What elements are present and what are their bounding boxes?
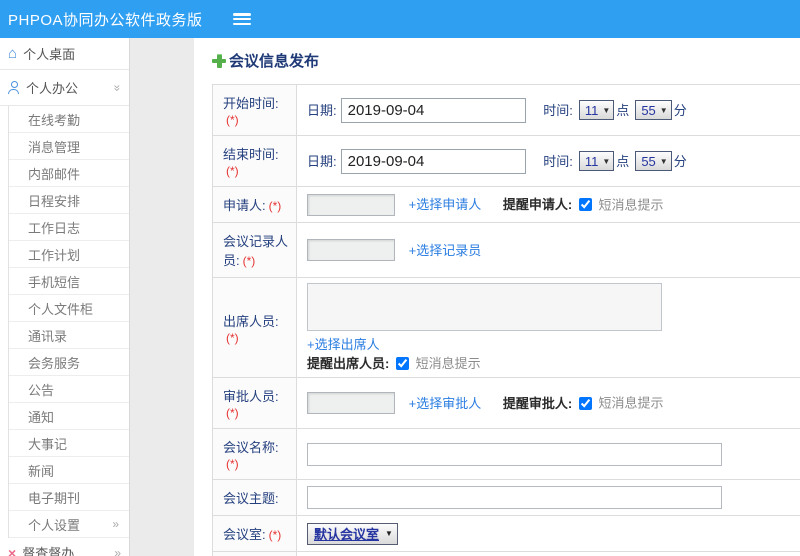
chevron-down-icon: ▼	[602, 156, 611, 166]
field-label: 出席人员:	[223, 313, 279, 329]
sidebar-item-label: 个人桌面	[23, 47, 76, 62]
row-meeting-category: 会议类别: 默认会议类别▼	[212, 551, 800, 556]
sidebar-subitem[interactable]: 消息管理	[9, 133, 129, 160]
field-label: 审批人员:	[223, 389, 279, 404]
home-icon: ⌂	[8, 45, 18, 62]
main-area: 会议信息发布 开始时间:(*) 日期: 时间:11▼点55▼分 结束时间:(*)…	[130, 38, 800, 556]
sidebar-item-supervision[interactable]: × 督查督办 »	[0, 538, 129, 556]
sidebar: ⌂ 个人桌面 个人办公 » 在线考勤 消息管理 内部邮件 日程安排 工作日志 工…	[0, 38, 130, 556]
select-attendees-link[interactable]: +选择出席人	[307, 337, 380, 352]
attendees-sms-checkbox[interactable]	[395, 357, 409, 370]
chevron-down-icon: ▼	[385, 529, 393, 538]
time-label: 时间:	[543, 102, 573, 118]
attendees-textarea[interactable]	[307, 283, 662, 331]
start-minute-select[interactable]: 55 ▼	[635, 100, 672, 120]
plus-icon	[212, 53, 226, 68]
sidebar-item-personal-desktop[interactable]: ⌂ 个人桌面	[0, 38, 129, 70]
required-mark: (*)	[226, 330, 239, 345]
checkbox-label: 短消息提示	[598, 197, 664, 212]
sidebar-subitem[interactable]: 手机短信	[9, 268, 129, 295]
start-date-input[interactable]	[340, 97, 526, 123]
required-mark: (*)	[226, 406, 239, 420]
sidebar-subitem[interactable]: 公告	[9, 376, 129, 403]
approver-input[interactable]	[307, 392, 395, 414]
select-applicant-link[interactable]: +选择申请人	[409, 197, 482, 212]
hamburger-icon[interactable]	[232, 13, 251, 25]
row-applicant: 申请人: (*) +选择申请人 提醒申请人: 短消息提示	[212, 186, 800, 223]
checkbox-label: 短消息提示	[415, 356, 481, 371]
required-mark: (*)	[226, 164, 239, 178]
field-label: 会议室:	[223, 527, 266, 542]
meeting-room-select[interactable]: 默认会议室 ▼	[307, 522, 398, 545]
required-mark: (*)	[226, 457, 239, 471]
sidebar-subitem[interactable]: 工作计划	[9, 241, 129, 268]
sidebar-subitem[interactable]: 大事记	[9, 430, 129, 457]
select-recorder-link[interactable]: +选择记录员	[409, 243, 482, 258]
content-panel: 会议信息发布 开始时间:(*) 日期: 时间:11▼点55▼分 结束时间:(*)…	[194, 38, 800, 556]
approver-sms-checkbox[interactable]	[578, 396, 592, 410]
chevron-right-icon: »	[112, 517, 119, 531]
row-start-time: 开始时间:(*) 日期: 时间:11▼点55▼分	[212, 84, 800, 136]
field-label: 会议主题:	[223, 491, 279, 506]
field-label: 申请人:	[223, 198, 266, 213]
field-label: 开始时间:	[223, 96, 279, 111]
row-end-time: 结束时间:(*) 日期: 时间:11▼点55▼分	[212, 135, 800, 187]
remind-label: 提醒出席人员:	[307, 356, 390, 371]
remind-label: 提醒审批人:	[502, 395, 573, 411]
row-meeting-subject: 会议主题:	[212, 479, 800, 516]
date-label: 日期:	[307, 102, 337, 118]
required-mark: (*)	[226, 113, 239, 127]
meeting-form: 开始时间:(*) 日期: 时间:11▼点55▼分 结束时间:(*) 日期: 时间…	[212, 84, 800, 556]
recorder-input[interactable]	[307, 239, 395, 261]
chevron-down-icon: ▼	[659, 156, 668, 166]
applicant-input[interactable]	[307, 193, 395, 216]
sidebar-item-personal-settings[interactable]: 个人设置 »	[9, 511, 129, 538]
end-minute-select[interactable]: 55 ▼	[635, 151, 672, 171]
sidebar-submenu: 在线考勤 消息管理 内部邮件 日程安排 工作日志 工作计划 手机短信 个人文件柜…	[8, 106, 129, 538]
sidebar-subitem[interactable]: 工作日志	[9, 214, 129, 241]
page-title: 会议信息发布	[212, 50, 800, 71]
required-mark: (*)	[268, 528, 282, 542]
app-header: PHPOA协同办公软件政务版	[0, 0, 800, 38]
row-approver: 审批人员: (*) +选择审批人 提醒审批人: 短消息提示	[212, 377, 800, 429]
sidebar-subitem[interactable]: 个人文件柜	[9, 295, 129, 322]
field-label: 会议记录人员:	[223, 234, 289, 268]
user-icon	[8, 81, 20, 94]
select-approver-link[interactable]: +选择审批人	[409, 396, 482, 411]
sidebar-subitem[interactable]: 新闻	[9, 457, 129, 484]
field-label: 结束时间:	[223, 147, 279, 162]
field-label: 会议名称:	[223, 440, 279, 455]
sidebar-subitem[interactable]: 通知	[9, 403, 129, 430]
row-attendees: 出席人员:(*) +选择出席人 提醒出席人员: 短消息提示	[212, 277, 800, 378]
app-title: PHPOA协同办公软件政务版	[8, 11, 203, 29]
checkbox-label: 短消息提示	[598, 395, 664, 411]
meeting-subject-input[interactable]	[307, 486, 722, 509]
sidebar-item-label: 个人办公	[26, 81, 79, 96]
end-date-input[interactable]	[340, 148, 526, 174]
chevron-down-icon: ▼	[602, 105, 611, 115]
chevron-down-icon[interactable]: »	[111, 84, 125, 91]
shuffle-icon: ×	[8, 544, 17, 556]
start-hour-select[interactable]: 11 ▼	[578, 100, 615, 120]
sidebar-item-personal-office[interactable]: 个人办公 »	[0, 70, 129, 106]
time-label: 时间:	[543, 153, 573, 169]
sidebar-subitem[interactable]: 通讯录	[9, 322, 129, 349]
applicant-sms-checkbox[interactable]	[578, 198, 592, 211]
chevron-right-icon: »	[114, 545, 121, 556]
required-mark: (*)	[268, 199, 282, 213]
row-recorder: 会议记录人员: (*) +选择记录员	[212, 222, 800, 278]
sidebar-subitem[interactable]: 内部邮件	[9, 160, 129, 187]
required-mark: (*)	[242, 254, 256, 268]
row-meeting-name: 会议名称: (*)	[212, 428, 800, 480]
row-meeting-room: 会议室: (*) 默认会议室 ▼	[212, 515, 800, 552]
sidebar-subitem[interactable]: 电子期刊	[9, 484, 129, 511]
sidebar-subitem[interactable]: 在线考勤	[9, 106, 129, 133]
end-hour-select[interactable]: 11 ▼	[578, 151, 615, 171]
sidebar-subitem[interactable]: 日程安排	[9, 187, 129, 214]
date-label: 日期:	[307, 153, 337, 169]
meeting-name-input[interactable]	[307, 442, 722, 466]
chevron-down-icon: ▼	[659, 105, 668, 115]
remind-label: 提醒申请人:	[502, 197, 573, 212]
sidebar-subitem[interactable]: 会务服务	[9, 349, 129, 376]
